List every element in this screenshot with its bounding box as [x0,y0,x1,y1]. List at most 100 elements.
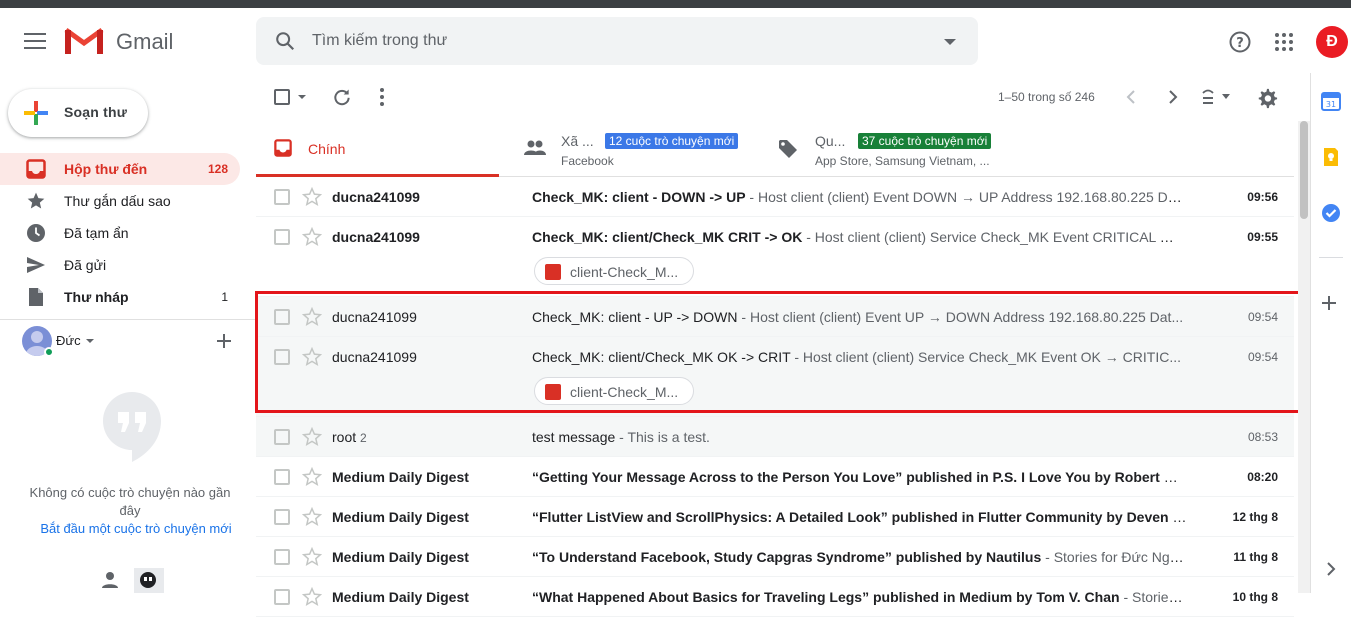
star-icon[interactable] [302,467,322,487]
email-sender: Medium Daily Digest [332,549,469,565]
search-bar[interactable] [256,17,978,65]
sidebar-item-label: Hộp thư đến [64,161,148,177]
email-list: ducna241099 Check_MK: client - DOWN -> U… [256,177,1294,617]
hangouts-icon [140,572,156,588]
row-checkbox[interactable] [274,349,290,365]
tab-primary[interactable]: Chính [256,121,499,177]
draft-count: 1 [221,290,228,304]
email-sender: ducna241099 [332,309,417,325]
row-checkbox[interactable] [274,229,290,245]
email-subject-line: “What Happened About Basics for Travelin… [532,589,1187,605]
tasks-icon[interactable] [1321,203,1341,223]
email-sender: ducna241099 [332,189,420,205]
sidebar-item-label: Đã gửi [64,257,107,273]
sidebar-item-label: Thư gắn dấu sao [64,193,171,209]
email-subject: “Flutter ListView and ScrollPhysics: A D… [532,509,1187,525]
sidebar-item-sent[interactable]: Đã gửi [0,249,240,281]
row-checkbox[interactable] [274,509,290,525]
star-icon[interactable] [302,227,322,247]
email-time: 11 thg 8 [1233,550,1278,564]
star-icon[interactable] [302,347,322,367]
gmail-logo-icon[interactable] [64,26,104,56]
chevron-left-icon[interactable] [1124,89,1140,105]
inbox-icon [26,159,46,179]
select-all-checkbox[interactable] [274,89,290,105]
tab-promotions[interactable]: Qu... 37 cuộc trò chuyện mới App Store, … [778,121,1038,177]
help-icon[interactable]: ? [1228,30,1252,54]
more-options-icon[interactable] [378,87,386,107]
table-row[interactable]: ducna241099 Check_MK: client - UP -> DOW… [256,297,1294,337]
row-checkbox[interactable] [274,589,290,605]
send-icon [27,257,45,273]
side-panel: 31 [1310,73,1351,593]
list-scrollbar[interactable] [1298,121,1310,593]
sidebar-item-inbox[interactable]: Hộp thư đến 128 [0,153,240,185]
sidebar-item-starred[interactable]: Thư gắn dấu sao [0,185,240,217]
star-icon[interactable] [302,507,322,527]
tab-social[interactable]: Xã ... 12 cuộc trò chuyện mới Facebook [524,121,764,177]
search-options-icon[interactable] [944,39,956,45]
email-time: 09:55 [1247,230,1278,244]
row-checkbox[interactable] [274,189,290,205]
contacts-icon[interactable] [100,570,120,590]
table-row[interactable]: root 2 test message - This is a test. 08… [256,417,1294,457]
apps-grid-icon[interactable] [1274,32,1294,52]
compose-button[interactable]: Soạn thư [8,89,148,137]
pagination-range: 1–50 trong số 246 [998,90,1095,104]
star-icon[interactable] [302,307,322,327]
email-subject-line: Check_MK: client/Check_MK CRIT -> OK - H… [532,229,1187,245]
email-time: 09:56 [1247,190,1278,204]
hangouts-empty-text: Không có cuộc trò chuyện nào gần đây [29,485,231,518]
people-icon [524,140,546,155]
chevron-right-icon[interactable] [1164,89,1180,105]
table-row[interactable]: ducna241099 Check_MK: client/Check_MK CR… [256,217,1294,297]
table-row[interactable]: Medium Daily Digest “What Happened About… [256,577,1294,617]
chevron-right-icon[interactable] [1325,561,1337,577]
email-sender: Medium Daily Digest [332,589,469,605]
row-checkbox[interactable] [274,309,290,325]
add-addon-icon[interactable] [1321,295,1337,311]
email-subject: Check_MK: client/Check_MK OK -> CRIT [532,349,791,365]
table-row[interactable]: ducna241099 Check_MK: client - DOWN -> U… [256,177,1294,217]
table-row[interactable]: Medium Daily Digest “Getting Your Messag… [256,457,1294,497]
attachment-chip[interactable]: client-Check_M... [534,257,694,285]
add-icon[interactable] [216,333,232,349]
search-input[interactable] [312,27,912,55]
row-checkbox[interactable] [274,549,290,565]
gear-icon[interactable] [1256,87,1278,109]
email-subject-line: “Flutter ListView and ScrollPhysics: A D… [532,509,1187,525]
star-icon[interactable] [302,587,322,607]
account-avatar[interactable]: Đ [1316,26,1348,58]
table-row[interactable]: ducna241099 Check_MK: client/Check_MK OK… [256,337,1294,417]
keep-icon[interactable] [1321,147,1341,167]
input-tools-icon[interactable] [1200,87,1234,107]
chevron-down-icon[interactable] [86,339,94,343]
star-icon[interactable] [302,187,322,207]
attachment-chip[interactable]: client-Check_M... [534,377,694,405]
email-snippet: - Stories for Đức Nguyễ... [1045,549,1187,565]
calendar-icon[interactable]: 31 [1321,91,1341,111]
row-checkbox[interactable] [274,469,290,485]
email-subject-line: test message - This is a test. [532,429,1187,445]
scrollbar-thumb[interactable] [1300,121,1308,219]
star-icon[interactable] [302,427,322,447]
row-checkbox[interactable] [274,429,290,445]
sidebar-divider [0,319,256,320]
sidebar-item-drafts[interactable]: Thư nháp 1 [0,281,240,313]
hangouts-tab[interactable] [134,568,164,593]
table-row[interactable]: Medium Daily Digest “Flutter ListView an… [256,497,1294,537]
email-subject: Check_MK: client - UP -> DOWN [532,309,738,325]
top-strip [0,0,1351,8]
compose-label: Soạn thư [64,104,128,120]
refresh-icon[interactable] [332,87,352,107]
start-conversation-link[interactable]: Bắt đầu một cuộc trò chuyện mới [20,521,252,536]
select-options-icon[interactable] [298,95,306,99]
email-sender: root 2 [332,429,367,445]
sidebar-item-snoozed[interactable]: Đã tạm ẩn [0,217,240,249]
main-menu-icon[interactable] [24,33,46,49]
draft-icon [29,288,43,306]
table-row[interactable]: Medium Daily Digest “To Understand Faceb… [256,537,1294,577]
star-icon[interactable] [302,547,322,567]
search-icon[interactable] [274,30,296,52]
email-snippet: - Host client (client) Event DOWN → UP A… [745,189,1187,205]
